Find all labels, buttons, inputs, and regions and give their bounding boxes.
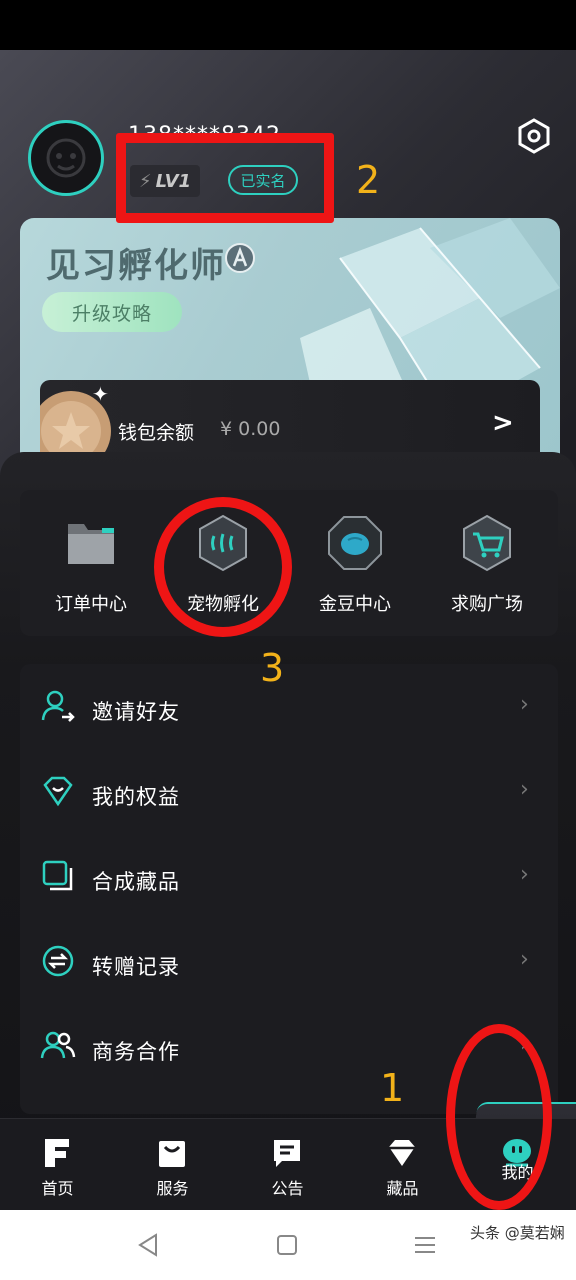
level-title: 见习孵化师 <box>46 246 226 286</box>
compose-icon <box>42 860 73 891</box>
wallet-label: 钱包余额 <box>118 422 195 444</box>
annotation-circle-pet-hatch <box>154 497 292 637</box>
invite-friend-icon <box>41 690 75 722</box>
notice-icon <box>274 1140 300 1167</box>
tab-label: 服务 <box>156 1179 189 1198</box>
business-icon <box>40 1031 76 1059</box>
menu-item-compose[interactable]: 合成藏品 › <box>20 836 558 920</box>
annotation-box-profile <box>116 133 334 223</box>
tab-collection[interactable]: 藏品 <box>345 1119 460 1210</box>
menu-label: 商务合作 <box>92 1040 180 1064</box>
tile-label: 金豆中心 <box>319 594 391 615</box>
tile-label: 求购广场 <box>451 594 523 615</box>
annotation-number: 1 <box>380 1066 405 1110</box>
menu-label: 合成藏品 <box>92 870 180 894</box>
chevron-right-icon: › <box>520 777 529 802</box>
tab-label: 公告 <box>271 1179 304 1198</box>
transfer-icon <box>42 945 74 977</box>
menu-label: 转赠记录 <box>92 955 180 979</box>
menu-label: 邀请好友 <box>92 700 180 724</box>
chevron-right-icon: › <box>520 947 529 972</box>
home-button-icon[interactable] <box>274 1232 300 1258</box>
medal-icon <box>225 243 255 273</box>
menu-icon[interactable] <box>412 1232 438 1258</box>
wallet-amount: ¥ 0.00 <box>220 418 281 440</box>
menu-item-rights[interactable]: 我的权益 › <box>20 751 558 835</box>
gold-bean-icon <box>328 516 382 570</box>
profile-screen: 138****8342 ⚡ LV1 已实名 见习孵化师 升级攻略 ✦ 钱包余额 … <box>0 50 576 1210</box>
tile-order-center[interactable]: 订单中心 <box>26 514 156 624</box>
chevron-right-icon: › <box>520 862 529 887</box>
back-icon[interactable] <box>136 1232 162 1258</box>
system-navbar: 头条 @莫若娴 <box>0 1210 576 1280</box>
folder-icon <box>68 524 114 564</box>
bag-icon <box>159 1141 185 1167</box>
annotation-number: 2 <box>356 158 381 202</box>
tile-purchase-square[interactable]: 求购广场 <box>422 514 552 624</box>
annotation-circle-mine-tab <box>446 1024 552 1210</box>
menu-item-invite[interactable]: 邀请好友 › <box>20 666 558 750</box>
avatar[interactable] <box>28 120 104 196</box>
avatar-pet-icon <box>46 138 86 178</box>
watermark: 头条 @莫若娴 <box>470 1224 565 1242</box>
chevron-right-icon: > <box>492 408 514 438</box>
upgrade-guide-button[interactable]: 升级攻略 <box>42 292 182 332</box>
home-icon <box>45 1139 69 1167</box>
tile-gold-bean[interactable]: 金豆中心 <box>290 514 420 624</box>
tab-service[interactable]: 服务 <box>115 1119 230 1210</box>
cart-icon <box>463 514 511 572</box>
diamond-icon <box>389 1140 415 1166</box>
settings-icon[interactable] <box>516 118 552 154</box>
menu-label: 我的权益 <box>92 785 180 809</box>
menu-item-transfer[interactable]: 转赠记录 › <box>20 921 558 1005</box>
tab-label: 藏品 <box>386 1179 419 1198</box>
sparkle-icon: ✦ <box>92 382 109 406</box>
tab-home[interactable]: 首页 <box>0 1119 115 1210</box>
chevron-right-icon: › <box>520 692 529 717</box>
tab-label: 首页 <box>41 1179 74 1198</box>
annotation-number: 3 <box>260 646 285 690</box>
tab-notice[interactable]: 公告 <box>230 1119 345 1210</box>
rights-icon <box>43 776 73 807</box>
tile-label: 订单中心 <box>55 594 127 615</box>
